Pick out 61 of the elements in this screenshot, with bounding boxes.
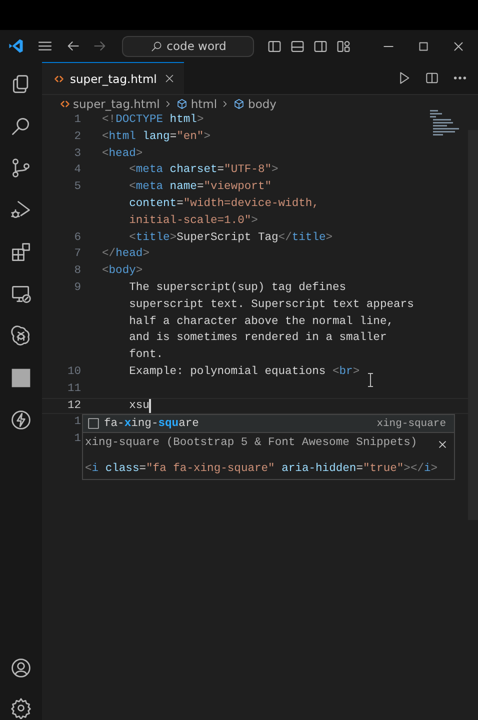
suggestion-detail: xing-square	[376, 418, 446, 430]
line-number: 3	[73, 146, 81, 162]
line-number: 10	[66, 364, 81, 380]
code-line: <body>	[101, 264, 143, 280]
breadcrumb-item[interactable]: super_tag.html	[60, 96, 160, 110]
line-number: 1	[73, 113, 81, 128]
remote-monitor-icon[interactable]	[10, 283, 32, 305]
cube-icon	[233, 98, 246, 110]
code-snippet: <i class="fa fa-xing-square" aria-hidden="true"></i>	[85, 463, 439, 475]
code-line: Example: polynomial equations <br>	[128, 364, 360, 380]
code-line: initial-scale=1.0">	[128, 214, 258, 229]
suggestion-label: fa-xing-square	[104, 418, 199, 430]
settings-icon[interactable]	[10, 697, 32, 719]
line-number: 4	[73, 163, 81, 178]
source-control-icon[interactable]	[10, 157, 32, 179]
code-line: <html lang="en">	[101, 130, 210, 145]
code-line: font.	[128, 348, 164, 364]
split-editor-icon[interactable]	[424, 70, 440, 86]
line-number: 6	[73, 230, 81, 246]
breadcrumb-item[interactable]: html	[176, 96, 218, 110]
search-field[interactable]: code word	[122, 36, 254, 56]
code-line: </head>	[101, 246, 150, 262]
square-icon[interactable]	[10, 367, 32, 389]
code-line: <meta name="viewport"	[128, 180, 272, 196]
extensions-icon[interactable]	[10, 241, 32, 263]
run-debug-icon[interactable]	[10, 199, 32, 221]
cube-icon	[176, 98, 188, 110]
minimap[interactable]	[430, 110, 460, 136]
code-line: The superscript(sup) tag defines	[128, 280, 346, 296]
code-brackets-icon	[60, 98, 70, 108]
editor-tab[interactable]: super_tag.html	[42, 62, 184, 94]
line-number: 2	[73, 130, 81, 145]
search-icon[interactable]	[10, 115, 32, 137]
text-cursor-icon	[368, 373, 373, 387]
code-line: content="width=device-width,	[128, 196, 319, 212]
line-number: 7	[73, 247, 81, 262]
line-number: 1	[73, 432, 81, 448]
code-line: <meta charset="UTF-8">	[128, 162, 278, 178]
code-brackets-icon	[54, 74, 64, 84]
code-line: <title>SuperScript Tag</title>	[128, 230, 333, 246]
doc-title: xing-square (Bootstrap 5 & Font Awesome Snippets)	[85, 437, 418, 449]
square-outline-icon	[87, 417, 100, 430]
line-number: 11	[66, 382, 81, 397]
line-number: 9	[73, 280, 81, 296]
search-icon[interactable]	[150, 40, 163, 52]
line-number: 8	[73, 264, 81, 280]
code-line: xsu	[128, 398, 151, 414]
app-logo-icon[interactable]	[7, 37, 25, 55]
lightning-icon[interactable]	[10, 409, 32, 431]
suggestion-item[interactable]: fa-xing-square xing-square	[83, 415, 454, 432]
line-number: 5	[73, 180, 81, 196]
line-number: 1	[73, 415, 81, 430]
breadcrumb-item[interactable]: body	[233, 96, 276, 110]
code-line: half a character above the normal line,	[128, 314, 394, 330]
code-line: and is sometimes rendered in a smaller	[128, 330, 387, 346]
code-line: <head>	[101, 146, 143, 162]
code-line: superscript text. Superscript text appears	[128, 298, 414, 313]
knot-icon[interactable]	[10, 325, 32, 347]
code-line: <!DOCTYPE html>	[101, 112, 204, 128]
account-icon[interactable]	[10, 657, 32, 679]
line-number: 12	[66, 398, 81, 414]
